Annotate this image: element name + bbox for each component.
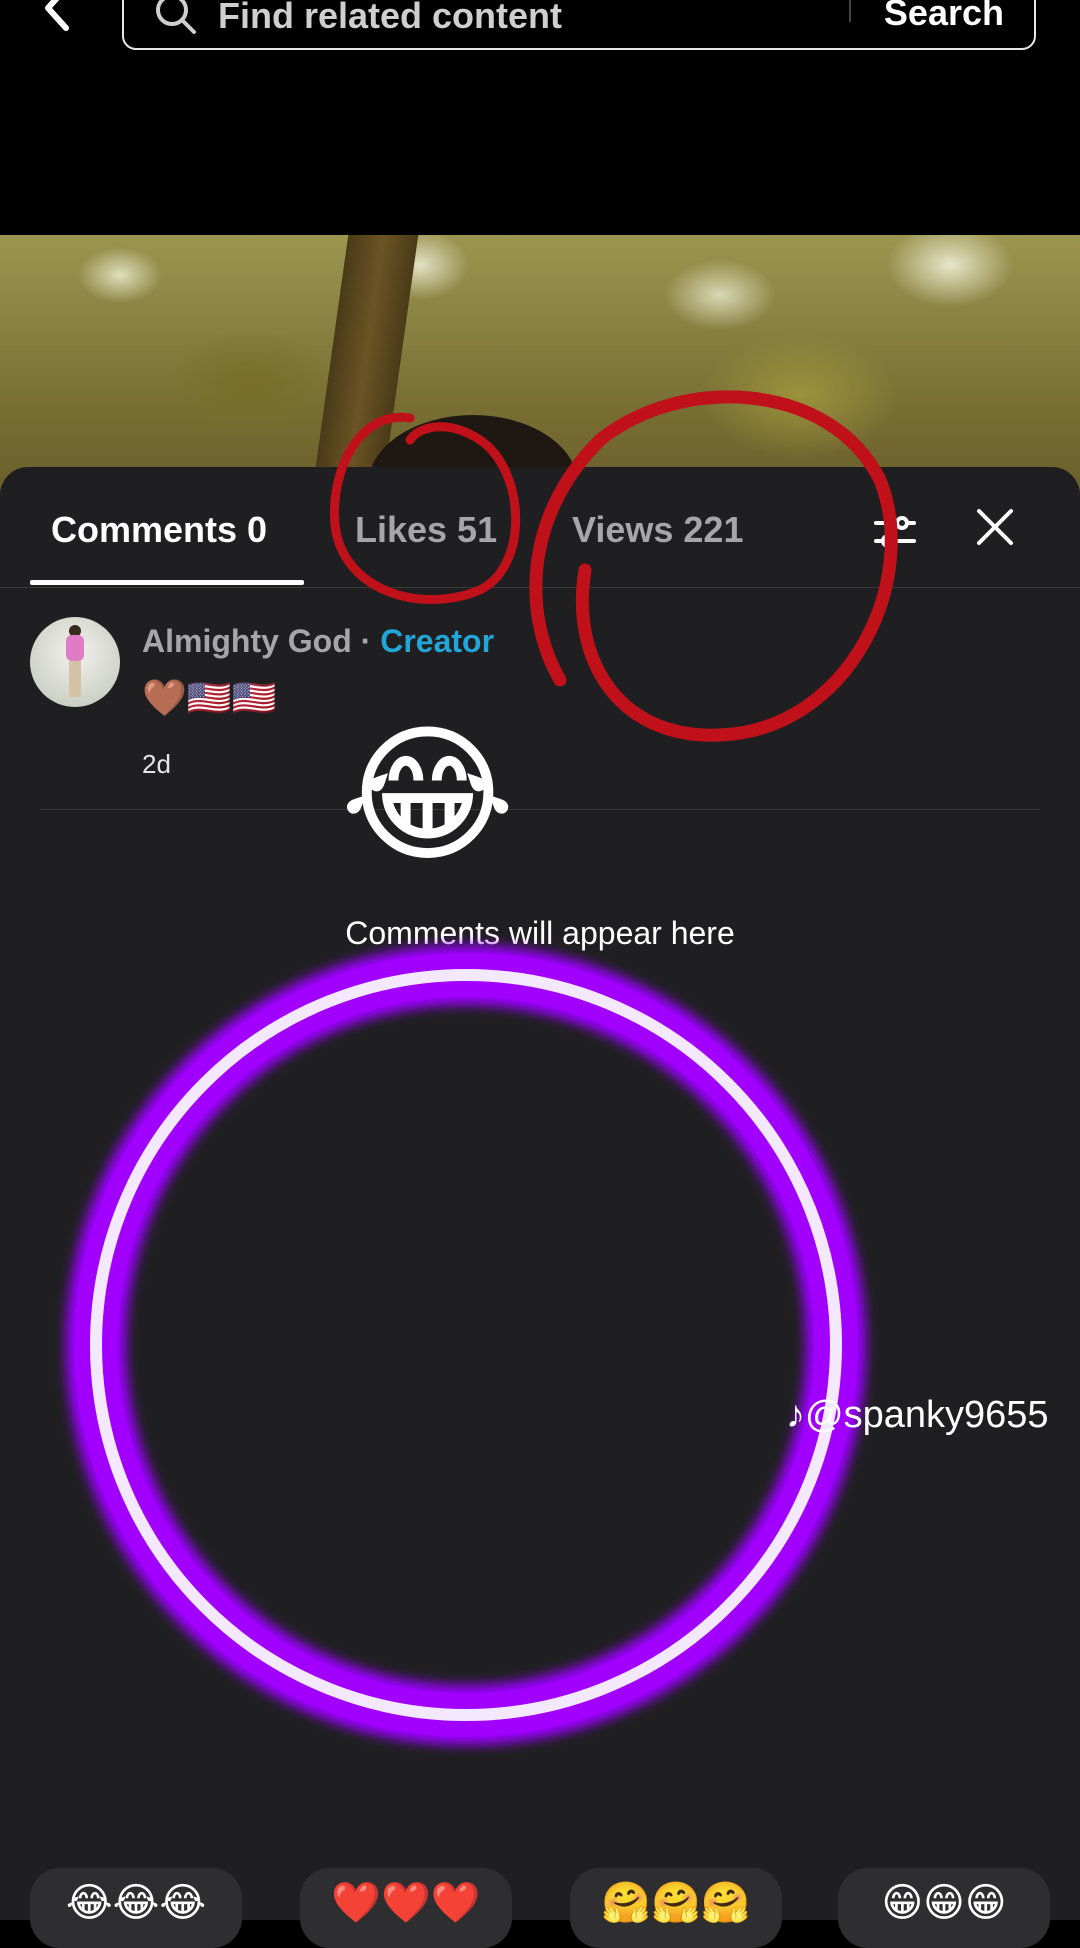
tab-comments[interactable]: Comments 0 xyxy=(51,509,267,551)
active-tab-indicator xyxy=(30,580,304,585)
author-separator: · xyxy=(360,623,372,659)
author-name: Almighty God xyxy=(142,623,352,659)
reaction-grin[interactable]: 😁😁😁 xyxy=(838,1868,1050,1948)
creator-badge: Creator xyxy=(380,623,495,659)
comments-sheet: Comments 0 Likes 51 Views 221 Almighty G… xyxy=(0,467,1080,1920)
comment-item: Almighty God · Creator 🤎🇺🇸🇺🇸 2d xyxy=(0,617,1080,779)
quick-reactions: 😂😂😂 ❤️❤️❤️ 🤗🤗🤗 😁😁😁 xyxy=(0,1868,1080,1948)
close-icon[interactable] xyxy=(973,505,1017,549)
tab-likes[interactable]: Likes 51 xyxy=(355,509,497,551)
search-box[interactable]: Search xyxy=(122,0,1036,50)
search-button[interactable]: Search xyxy=(884,0,1004,34)
search-input[interactable] xyxy=(218,0,918,36)
reaction-laugh[interactable]: 😂😂😂 xyxy=(30,1868,242,1948)
creator-watermark: ♪@spanky9655 xyxy=(786,1394,1049,1436)
filter-icon[interactable] xyxy=(870,507,920,557)
laughing-emoji-sticker: 😂 xyxy=(340,711,516,879)
comment-timestamp: 2d xyxy=(142,749,171,779)
reaction-hug[interactable]: 🤗🤗🤗 xyxy=(570,1868,782,1948)
comment-text: 🤎🇺🇸🇺🇸 xyxy=(142,677,277,718)
comment-author[interactable]: Almighty God · Creator xyxy=(142,623,494,660)
video-background xyxy=(0,235,1080,495)
avatar[interactable] xyxy=(30,617,120,707)
divider xyxy=(40,809,1040,810)
tab-views[interactable]: Views 221 xyxy=(572,509,743,551)
top-search-bar: Search xyxy=(0,0,1080,235)
empty-state-message: Comments will appear here xyxy=(345,915,735,951)
back-arrow-icon[interactable] xyxy=(38,0,78,38)
reaction-heart[interactable]: ❤️❤️❤️ xyxy=(300,1868,512,1948)
tab-bar: Comments 0 Likes 51 Views 221 xyxy=(0,467,1080,588)
search-divider xyxy=(849,0,851,22)
search-icon xyxy=(156,0,196,34)
